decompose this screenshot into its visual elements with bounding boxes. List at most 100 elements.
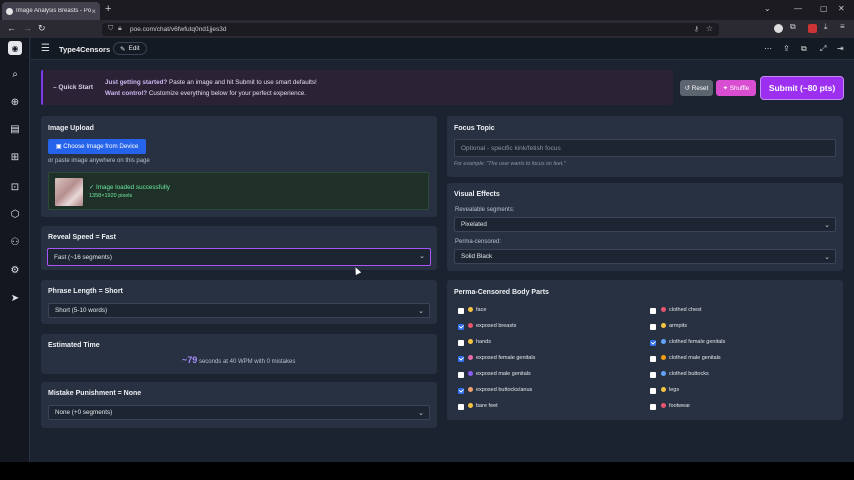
body-part-checkbox-right-6[interactable] bbox=[650, 403, 656, 410]
mistake-punishment-value: None (+0 segments) bbox=[55, 409, 113, 416]
new-chat-icon[interactable]: ⊕ bbox=[8, 95, 22, 109]
reload-icon[interactable]: ↻ bbox=[38, 23, 46, 34]
body-part-item-right-3[interactable]: clothed male genitals bbox=[661, 355, 721, 361]
body-part-checkbox-right-4[interactable] bbox=[650, 371, 656, 378]
body-parts-title: Perma-Censored Body Parts bbox=[454, 289, 549, 296]
browser-menu-icon[interactable]: ≡ bbox=[840, 22, 849, 31]
profile-icon[interactable]: ⚇ bbox=[8, 235, 22, 249]
body-part-checkbox-left-2[interactable] bbox=[458, 339, 464, 346]
estimated-time-value: ~79 bbox=[182, 355, 198, 365]
reset-button[interactable]: ↺ Reset bbox=[680, 80, 713, 96]
tracking-shield-icon[interactable]: ⛉ bbox=[108, 25, 113, 33]
poe-logo-icon[interactable]: ◉ bbox=[8, 41, 22, 55]
reset-icon: ↺ bbox=[684, 84, 692, 92]
chevron-down-icon: ⌄ bbox=[418, 410, 424, 417]
body-part-checkbox-right-5[interactable] bbox=[650, 387, 656, 394]
edit-label: Edit bbox=[128, 45, 140, 52]
chats-icon[interactable]: ▤ bbox=[8, 122, 22, 136]
extensions-puzzle-icon[interactable]: ⧉ bbox=[790, 22, 799, 31]
revealable-select[interactable]: Pixelated ⌄ bbox=[454, 217, 836, 232]
forward-icon[interactable]: → bbox=[23, 23, 32, 33]
close-window-icon[interactable]: ✕ bbox=[838, 4, 845, 13]
downloads-icon[interactable]: ⤓ bbox=[824, 22, 833, 31]
body-part-checkbox-right-3[interactable] bbox=[650, 355, 656, 362]
folder-icon: ▣ bbox=[55, 143, 64, 150]
body-part-item-left-6[interactable]: bare feet bbox=[468, 403, 498, 409]
body-part-item-left-1[interactable]: exposed breasts bbox=[468, 323, 516, 329]
addon-icon[interactable] bbox=[808, 24, 817, 33]
apps-icon[interactable]: ⬡ bbox=[8, 207, 22, 221]
body-part-item-left-0[interactable]: face bbox=[468, 307, 486, 313]
image-thumbnail[interactable] bbox=[55, 178, 83, 206]
menu-icon[interactable]: ☰ bbox=[41, 43, 50, 54]
body-part-emoji-icon bbox=[468, 387, 473, 393]
body-part-emoji-icon bbox=[661, 371, 666, 377]
body-part-emoji-icon bbox=[468, 307, 473, 313]
body-part-checkbox-left-5[interactable] bbox=[458, 387, 464, 394]
body-part-checkbox-right-1[interactable] bbox=[650, 323, 656, 330]
body-part-label: legs bbox=[669, 387, 680, 393]
extension-icon[interactable] bbox=[774, 24, 783, 33]
banner-line-2-bold: Want control? bbox=[105, 90, 148, 97]
mistake-punishment-select[interactable]: None (+0 segments) ⌄ bbox=[48, 405, 430, 420]
share-icon[interactable]: ⇪ bbox=[783, 44, 790, 53]
body-part-label: clothed female genitals bbox=[669, 339, 726, 345]
close-tab-icon[interactable]: × bbox=[91, 7, 96, 16]
body-part-item-right-2[interactable]: clothed female genitals bbox=[661, 339, 725, 345]
paste-hint: or paste image anywhere on this page bbox=[48, 158, 150, 164]
body-part-item-right-1[interactable]: armpits bbox=[661, 323, 687, 329]
reset-label: Reset bbox=[691, 84, 709, 92]
shuffle-button[interactable]: ✦ Shuffle bbox=[716, 80, 756, 96]
body-part-item-left-3[interactable]: exposed female genitals bbox=[468, 355, 535, 361]
phrase-length-value: Short (5-10 words) bbox=[55, 307, 108, 314]
bookmark-star-icon[interactable]: ☆ bbox=[706, 24, 713, 33]
browser-tab[interactable]: Image Analysis Breasts - Poe × bbox=[2, 2, 100, 20]
body-part-checkbox-left-0[interactable] bbox=[458, 307, 464, 314]
explore-icon[interactable]: ⊞ bbox=[8, 150, 22, 164]
phrase-length-select[interactable]: Short (5-10 words) ⌄ bbox=[48, 303, 430, 318]
key-icon[interactable]: ⚷ bbox=[694, 25, 699, 33]
body-part-checkbox-left-3[interactable] bbox=[458, 355, 464, 362]
edit-button[interactable]: ✎ Edit bbox=[113, 42, 147, 55]
back-icon[interactable]: ← bbox=[7, 23, 16, 33]
more-options-icon[interactable]: ⋯ bbox=[764, 44, 772, 53]
maximize-icon[interactable]: ▢ bbox=[820, 4, 828, 13]
body-part-label: face bbox=[476, 307, 487, 313]
create-bot-icon[interactable]: ⊡ bbox=[8, 180, 22, 194]
banner-line-2: Want control? Customize everything below… bbox=[105, 90, 306, 97]
body-part-item-left-5[interactable]: exposed buttocks/anus bbox=[468, 387, 532, 393]
search-icon[interactable]: ⌕ bbox=[8, 67, 22, 81]
body-part-item-right-4[interactable]: clothed buttocks bbox=[661, 371, 709, 377]
fullscreen-icon[interactable]: ⤢ bbox=[820, 44, 826, 54]
expand-panel-icon[interactable]: ⇥ bbox=[837, 44, 844, 53]
body-part-item-left-4[interactable]: exposed male genitals bbox=[468, 371, 531, 377]
settings-gear-icon[interactable]: ⚙ bbox=[8, 263, 22, 277]
body-part-checkbox-left-1[interactable] bbox=[458, 323, 464, 330]
body-part-checkbox-left-6[interactable] bbox=[458, 403, 464, 410]
bot-title[interactable]: Type4Censors bbox=[59, 45, 110, 54]
reveal-speed-select[interactable]: Fast (~16 segments) ⌄ bbox=[47, 248, 431, 266]
visual-effects-title: Visual Effects bbox=[454, 191, 500, 198]
body-part-checkbox-left-4[interactable] bbox=[458, 371, 464, 378]
body-part-item-right-6[interactable]: footwear bbox=[661, 403, 690, 409]
focus-topic-input[interactable]: Optional - specific kink/fetish focus bbox=[454, 139, 836, 157]
banner-line-1-text: Paste an image and hit Submit to use sma… bbox=[167, 79, 317, 86]
choose-image-button[interactable]: ▣ Choose Image from Device bbox=[48, 139, 146, 154]
body-part-checkbox-right-2[interactable] bbox=[650, 339, 656, 346]
body-part-item-right-5[interactable]: legs bbox=[661, 387, 679, 393]
lock-icon[interactable]: 🔒︎ bbox=[118, 25, 122, 33]
body-part-item-left-2[interactable]: hands bbox=[468, 339, 491, 345]
minimize-icon[interactable]: — bbox=[794, 4, 802, 13]
send-icon[interactable]: ➤ bbox=[8, 291, 22, 305]
url-bar[interactable]: ⛉ 🔒︎ poe.com/chat/v6fwfutq0nd1jjes3d ⚷ ☆ bbox=[102, 23, 719, 36]
quick-start-label[interactable]: – Quick Start bbox=[53, 84, 93, 91]
submit-button[interactable]: Submit (~80 pts) bbox=[760, 76, 844, 100]
copy-icon[interactable]: ⧉ bbox=[801, 44, 807, 54]
perma-censored-select[interactable]: Solid Black ⌄ bbox=[454, 249, 836, 264]
tab-list-icon[interactable]: ⌄ bbox=[764, 4, 771, 13]
body-part-item-right-0[interactable]: clothed chest bbox=[661, 307, 701, 313]
new-tab-icon[interactable]: + bbox=[105, 3, 111, 15]
body-part-checkbox-right-0[interactable] bbox=[650, 307, 656, 314]
body-part-emoji-icon bbox=[468, 323, 473, 329]
perma-censored-value: Solid Black bbox=[461, 253, 493, 260]
